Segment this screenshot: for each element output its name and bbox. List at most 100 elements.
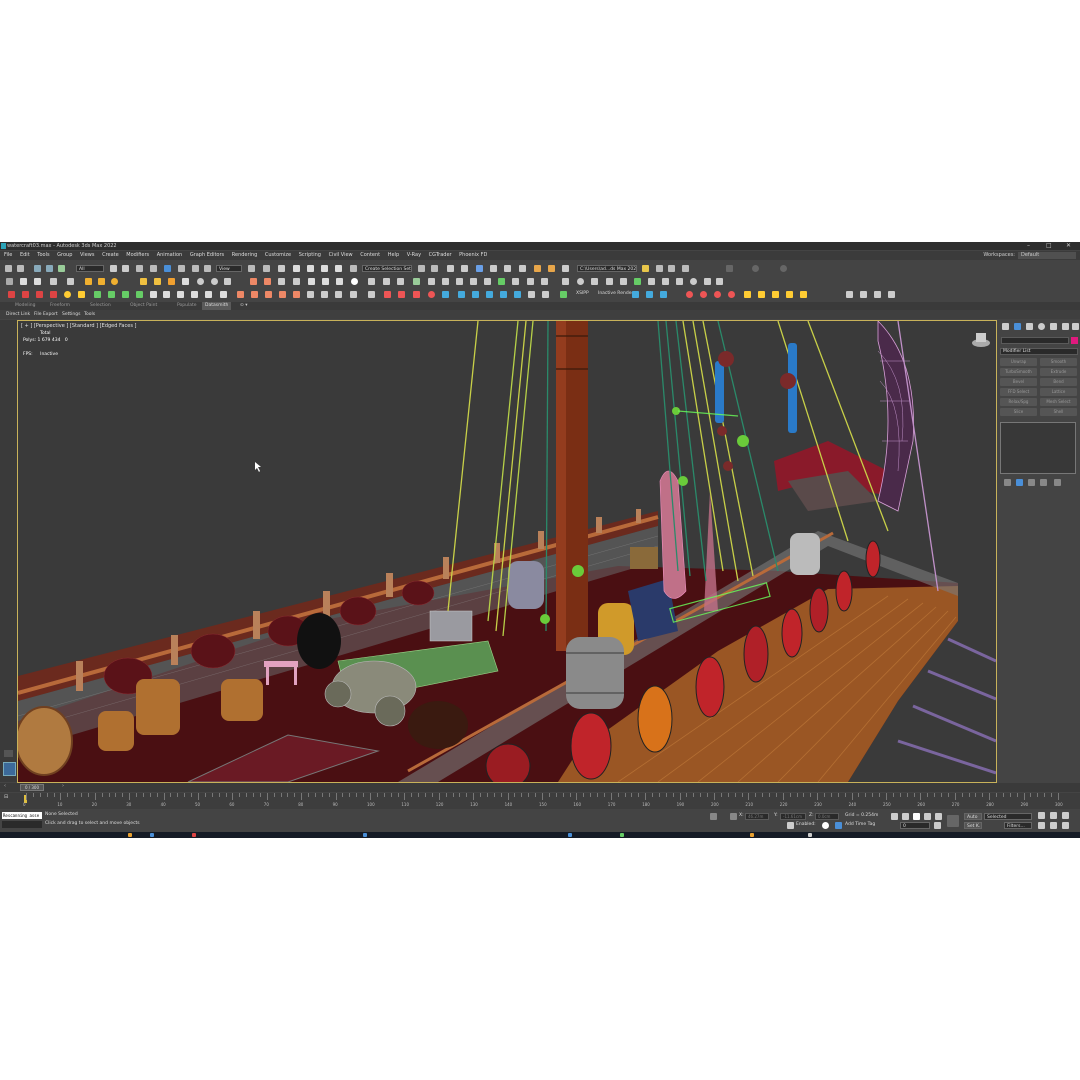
tab-object-paint[interactable]: Object Paint [130, 302, 157, 310]
selection-lock-icon[interactable] [730, 813, 737, 820]
render-cam-icon[interactable] [648, 278, 655, 285]
vray-vrscene-icon[interactable] [383, 278, 390, 285]
edit-named-sets-icon[interactable] [350, 265, 357, 272]
configure-sets-icon[interactable] [1054, 479, 1061, 486]
show-end-result-icon[interactable] [1016, 479, 1023, 486]
mod-smooth-button[interactable]: Smooth [1040, 358, 1077, 366]
render-cloud-icon[interactable] [562, 278, 569, 285]
next-key-icon[interactable] [924, 813, 931, 820]
object-color-swatch[interactable] [1071, 337, 1078, 344]
fx-g-icon[interactable] [321, 291, 328, 298]
render-lamp-icon[interactable] [634, 278, 641, 285]
rendered-frame-window-icon[interactable] [548, 265, 555, 272]
vray-tool-b-icon[interactable] [442, 278, 449, 285]
maxscript-output-field[interactable] [2, 821, 42, 828]
ir-n-icon[interactable] [860, 291, 867, 298]
rect-selection-icon[interactable] [136, 265, 143, 272]
project-path-dropdown[interactable]: C:\Users\ad...ds Max 2022 [577, 265, 637, 272]
sphere-light-icon[interactable] [111, 278, 118, 285]
vray-tool-d-icon[interactable] [470, 278, 477, 285]
motion-tab-icon[interactable] [1038, 323, 1045, 330]
dome-light-icon[interactable] [98, 278, 105, 285]
adaptive-degradation-icon[interactable] [787, 822, 794, 829]
time-slider[interactable]: 0 / 300 ‹ › [0, 783, 1080, 792]
mod-lattice-button[interactable]: Lattice [1040, 388, 1077, 396]
record-icon[interactable] [191, 291, 198, 298]
tab-selection[interactable]: Selection [90, 302, 111, 310]
modifier-list-dropdown[interactable]: Modifier List [1000, 348, 1078, 355]
ir-k-icon[interactable] [786, 291, 793, 298]
menu-animation[interactable]: Animation [157, 252, 183, 258]
auto-key-button[interactable]: Auto [964, 813, 982, 820]
track-bar-menu-icon[interactable]: ⊟ [4, 794, 8, 800]
fx-l-icon[interactable] [398, 291, 405, 298]
menu-help[interactable]: Help [388, 252, 399, 258]
phoenix-force-icon[interactable] [78, 291, 85, 298]
selection-filter-dropdown[interactable]: All [76, 265, 104, 272]
material-editor-icon[interactable] [519, 265, 526, 272]
close-button[interactable]: ✕ [1066, 242, 1071, 250]
menu-views[interactable]: Views [80, 252, 94, 258]
mod-extrude-button[interactable]: Extrude [1040, 368, 1077, 376]
go-to-end-icon[interactable] [935, 813, 942, 820]
ambient-light-icon[interactable] [168, 278, 175, 285]
menu-file[interactable]: File [4, 252, 12, 258]
fx-d-icon[interactable] [279, 291, 286, 298]
render-tool-j-icon[interactable] [662, 278, 669, 285]
fx-q-icon[interactable] [472, 291, 479, 298]
vray-tool-c-icon[interactable] [456, 278, 463, 285]
cache-icon[interactable] [205, 291, 212, 298]
vray-fur-icon[interactable] [264, 278, 271, 285]
current-frame-field[interactable]: 0 [900, 822, 930, 829]
mod-unwrap-button[interactable]: Unwrap [1000, 358, 1037, 366]
fx-f-icon[interactable] [307, 291, 314, 298]
menu-rendering[interactable]: Rendering [232, 252, 258, 258]
ir-i-icon[interactable] [758, 291, 765, 298]
ir-a-icon[interactable] [632, 291, 639, 298]
phoenix-drag-icon[interactable] [136, 291, 143, 298]
reference-coordinate-dropdown[interactable]: View [216, 265, 242, 272]
menu-tools[interactable]: Tools [37, 252, 49, 258]
ir-g-icon[interactable] [728, 291, 735, 298]
phoenix-path-icon[interactable] [122, 291, 129, 298]
x-coordinate-field[interactable]: 46.27m [745, 813, 769, 820]
keyboard-shortcut-icon[interactable] [278, 265, 285, 272]
z-coordinate-field[interactable]: 0.0cm [815, 813, 839, 820]
direct-link-button[interactable]: Direct Link [6, 310, 30, 319]
create-selection-set-dropdown[interactable]: Create Selection Set [362, 265, 412, 272]
menu-customize[interactable]: Customize [265, 252, 291, 258]
teapot-icon[interactable] [6, 278, 13, 285]
fx-m-icon[interactable] [413, 291, 420, 298]
stop-icon[interactable] [177, 291, 184, 298]
menu-content[interactable]: Content [360, 252, 380, 258]
ir-m-icon[interactable] [846, 291, 853, 298]
file-export-button[interactable]: File Export [34, 310, 58, 319]
maxscript-listener-field[interactable]: Rescanning asse [2, 812, 42, 819]
render-history-icon[interactable] [606, 278, 613, 285]
select-manipulate-icon[interactable] [263, 265, 270, 272]
pivot-center-icon[interactable] [248, 265, 255, 272]
utilities-tab-icon[interactable] [1062, 323, 1069, 330]
select-scale-icon[interactable] [192, 265, 199, 272]
ribbon-options-icon[interactable]: ⊙ ▾ [240, 302, 247, 310]
enabled-toggle-icon[interactable] [822, 822, 829, 829]
prev-frame-icon[interactable]: ‹ [4, 783, 6, 789]
vray-tool-g-icon[interactable] [512, 278, 519, 285]
vray-tool-h-icon[interactable] [527, 278, 534, 285]
select-move-icon[interactable] [164, 265, 171, 272]
phoenix-particle-icon[interactable] [50, 291, 57, 298]
half-sphere-icon[interactable] [211, 278, 218, 285]
field-of-view-icon[interactable] [1038, 822, 1045, 829]
y-coordinate-field[interactable]: -11.61cm [780, 813, 806, 820]
vray-scatter-icon[interactable] [322, 278, 329, 285]
vray-export-icon[interactable] [368, 278, 375, 285]
object-name-field[interactable] [1001, 337, 1069, 344]
render-tool-k-icon[interactable] [676, 278, 683, 285]
phoenix-source-icon[interactable] [36, 291, 43, 298]
play-animation-icon[interactable] [913, 813, 920, 820]
vray-tool-e-icon[interactable] [484, 278, 491, 285]
render-icon[interactable] [34, 278, 41, 285]
taskbar-app-icon-6[interactable] [620, 833, 624, 837]
fx-t-icon[interactable] [514, 291, 521, 298]
vray-tool-i-icon[interactable] [541, 278, 548, 285]
